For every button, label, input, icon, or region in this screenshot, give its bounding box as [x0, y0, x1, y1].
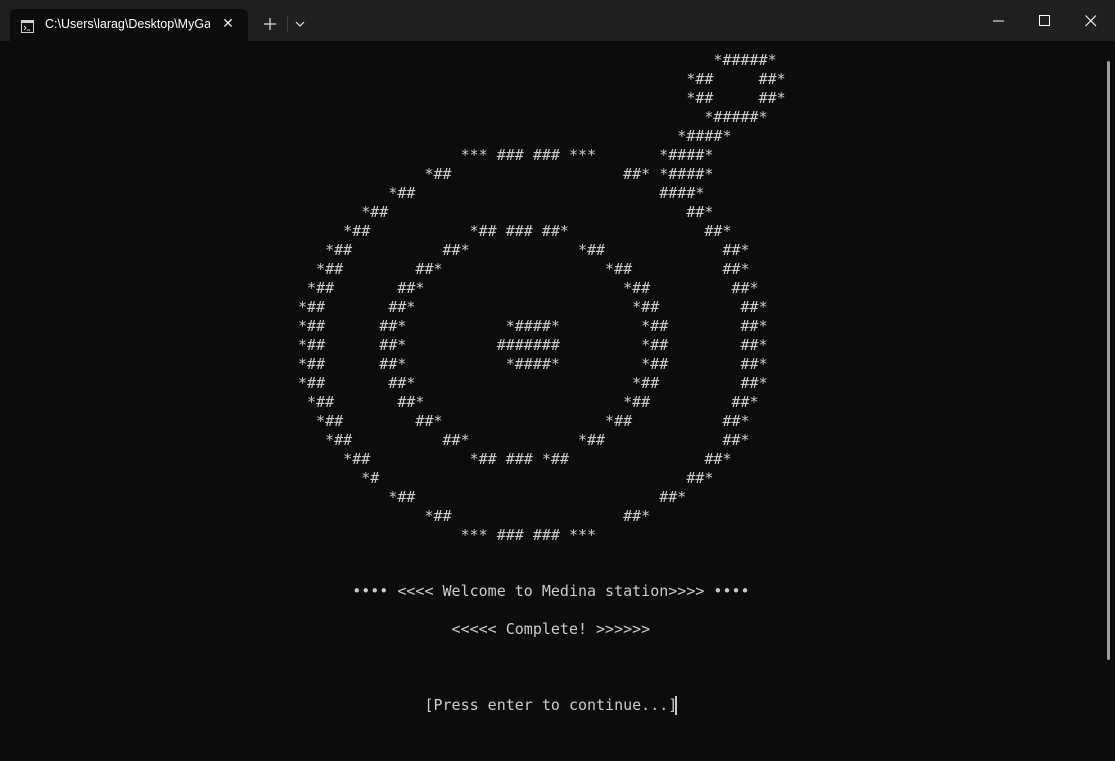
minimize-icon [993, 20, 1004, 22]
tab-dropdown-button[interactable] [290, 13, 310, 35]
close-window-button[interactable] [1068, 0, 1114, 41]
tab-separator [287, 16, 288, 32]
close-tab-icon[interactable]: ✕ [220, 16, 236, 32]
console-output[interactable]: *#####* *## ##* *## ##* *#####* *####* *… [0, 41, 1107, 761]
new-tab-button[interactable] [258, 12, 282, 36]
complete-message: <<<<< Complete! >>>>>> [0, 620, 651, 638]
plus-icon [264, 18, 276, 30]
terminal-icon [21, 18, 34, 33]
ascii-art: *#####* *## ##* *## ##* *#####* *####* *… [298, 51, 786, 544]
tab-mygame[interactable]: C:\Users\larag\Desktop\MyGame\MyGame.exe… [10, 9, 248, 41]
maximize-icon [1039, 15, 1050, 26]
text-cursor [675, 696, 677, 715]
scrollbar-thumb[interactable] [1107, 61, 1110, 660]
welcome-message: •••• <<<< Welcome to Medina station>>>> … [0, 582, 750, 600]
continue-prompt: [Press enter to continue...] [0, 696, 678, 714]
title-bar: C:\Users\larag\Desktop\MyGame\MyGame.exe… [0, 0, 1115, 41]
chevron-down-icon [295, 21, 305, 27]
tab-title: C:\Users\larag\Desktop\MyGame\MyGame.exe [45, 17, 210, 31]
maximize-button[interactable] [1022, 0, 1068, 41]
scrollbar[interactable] [1107, 41, 1115, 761]
minimize-button[interactable] [976, 0, 1022, 41]
close-icon [1085, 15, 1097, 27]
